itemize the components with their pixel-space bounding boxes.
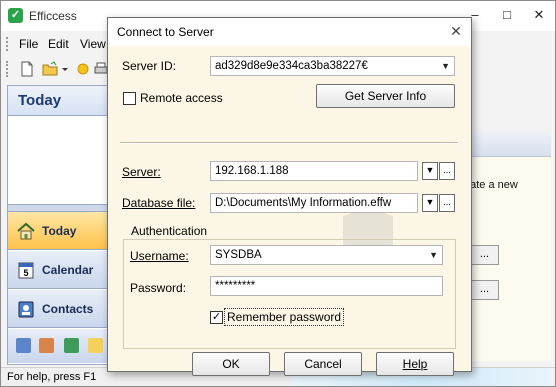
menu-view[interactable]: View bbox=[80, 37, 106, 51]
database-file-field[interactable]: D:\Documents\My Information.effw bbox=[210, 193, 418, 213]
navigation-pane: Today Today 5 Calendar Contacts bbox=[7, 85, 111, 365]
database-dropdown-button[interactable]: ▼ bbox=[422, 194, 438, 212]
server-label: Server: bbox=[122, 165, 161, 179]
remote-access-checkbox[interactable] bbox=[123, 92, 136, 105]
database-file-label-text: Database file: bbox=[122, 196, 196, 210]
help-button-label: Help bbox=[402, 357, 428, 371]
close-button[interactable]: ✕ bbox=[523, 1, 555, 31]
dialog-body: Server ID: ad329d8e9e334ca3ba38227€ ▼ Re… bbox=[108, 46, 471, 376]
toolbar-grip[interactable] bbox=[6, 61, 9, 77]
create-new-text[interactable]: eate a new bbox=[464, 179, 518, 191]
nav-mini-toolbar bbox=[8, 329, 110, 363]
password-field[interactable]: ********* bbox=[210, 276, 443, 296]
app-title: Efficcess bbox=[29, 9, 77, 23]
maximize-button[interactable]: □ bbox=[491, 1, 523, 31]
nav-label-contacts: Contacts bbox=[42, 302, 94, 316]
password-value: ********* bbox=[215, 280, 256, 292]
database-file-value: D:\Documents\My Information.effw bbox=[215, 197, 392, 209]
dialog-titlebar: Connect to Server ✕ bbox=[108, 18, 471, 46]
cancel-button[interactable]: Cancel bbox=[284, 352, 362, 376]
username-dropdown-icon[interactable]: ▼ bbox=[429, 248, 438, 262]
calendar-icon: 5 bbox=[16, 260, 36, 280]
content-more-button-2[interactable]: ... bbox=[471, 280, 499, 300]
dialog-separator bbox=[120, 142, 458, 144]
help-button[interactable]: Help bbox=[376, 352, 454, 376]
app-logo-icon: ✓ bbox=[8, 8, 23, 23]
contacts-icon bbox=[16, 299, 36, 319]
get-server-info-button[interactable]: Get Server Info bbox=[316, 84, 455, 108]
diary-icon[interactable] bbox=[64, 338, 79, 353]
remote-access-label[interactable]: Remote access bbox=[140, 91, 223, 105]
menu-file[interactable]: File bbox=[19, 37, 38, 51]
notes-icon[interactable] bbox=[39, 338, 54, 353]
home-icon bbox=[16, 221, 36, 241]
tasks-icon[interactable] bbox=[16, 338, 31, 353]
menu-grip[interactable] bbox=[6, 37, 9, 51]
authentication-label: Authentication bbox=[128, 224, 211, 238]
nav-label-today: Today bbox=[42, 224, 77, 238]
status-text: For help, press F1 bbox=[7, 371, 97, 383]
username-value: SYSDBA bbox=[215, 249, 262, 261]
dialog-title: Connect to Server bbox=[117, 25, 214, 39]
server-id-dropdown-icon[interactable]: ▼ bbox=[441, 59, 450, 73]
dialog-close-button[interactable]: ✕ bbox=[447, 22, 465, 40]
nav-header-title: Today bbox=[8, 86, 110, 116]
svg-text:5: 5 bbox=[23, 268, 28, 278]
database-browse-button[interactable]: ... bbox=[439, 194, 455, 212]
password-label: Password: bbox=[130, 281, 187, 295]
username-field[interactable]: SYSDBA ▼ bbox=[210, 245, 443, 265]
ok-button[interactable]: OK bbox=[192, 352, 270, 376]
server-dropdown-button[interactable]: ▼ bbox=[422, 162, 438, 180]
nav-button-today[interactable]: Today bbox=[8, 212, 110, 250]
server-id-label: Server ID: bbox=[122, 59, 177, 73]
open-folder-icon[interactable] bbox=[42, 61, 58, 77]
connect-to-server-dialog: Connect to Server ✕ Server ID: ad329d8e9… bbox=[107, 17, 472, 376]
nav-button-calendar[interactable]: 5 Calendar bbox=[8, 251, 110, 289]
server-id-value: ad329d8e9e334ca3ba38227€ bbox=[215, 60, 368, 72]
menu-edit[interactable]: Edit bbox=[48, 37, 69, 51]
sun-icon[interactable] bbox=[75, 61, 91, 77]
memo-icon[interactable] bbox=[88, 338, 103, 353]
server-field[interactable]: 192.168.1.188 bbox=[210, 161, 418, 181]
remember-password-focus[interactable]: Remember password bbox=[224, 308, 345, 326]
window-controls: – □ ✕ bbox=[459, 1, 555, 31]
nav-button-contacts[interactable]: Contacts bbox=[8, 290, 110, 328]
server-id-fade bbox=[372, 57, 432, 75]
remember-password-checkbox[interactable]: ✓ bbox=[210, 311, 223, 324]
content-more-button-1[interactable]: ... bbox=[471, 245, 499, 265]
username-label: Username: bbox=[130, 249, 189, 263]
dropdown-arrow-icon[interactable] bbox=[61, 61, 69, 77]
nav-splitter[interactable] bbox=[8, 204, 110, 212]
database-file-label: Database file: bbox=[122, 196, 195, 210]
server-id-field[interactable]: ad329d8e9e334ca3ba38227€ ▼ bbox=[210, 56, 455, 76]
new-document-icon[interactable] bbox=[19, 61, 35, 77]
nav-label-calendar: Calendar bbox=[42, 263, 94, 277]
server-value: 192.168.1.188 bbox=[215, 165, 289, 177]
content-pane-header bbox=[471, 131, 551, 157]
server-browse-button[interactable]: ... bbox=[439, 162, 455, 180]
remember-password-label[interactable]: Remember password bbox=[227, 310, 341, 324]
